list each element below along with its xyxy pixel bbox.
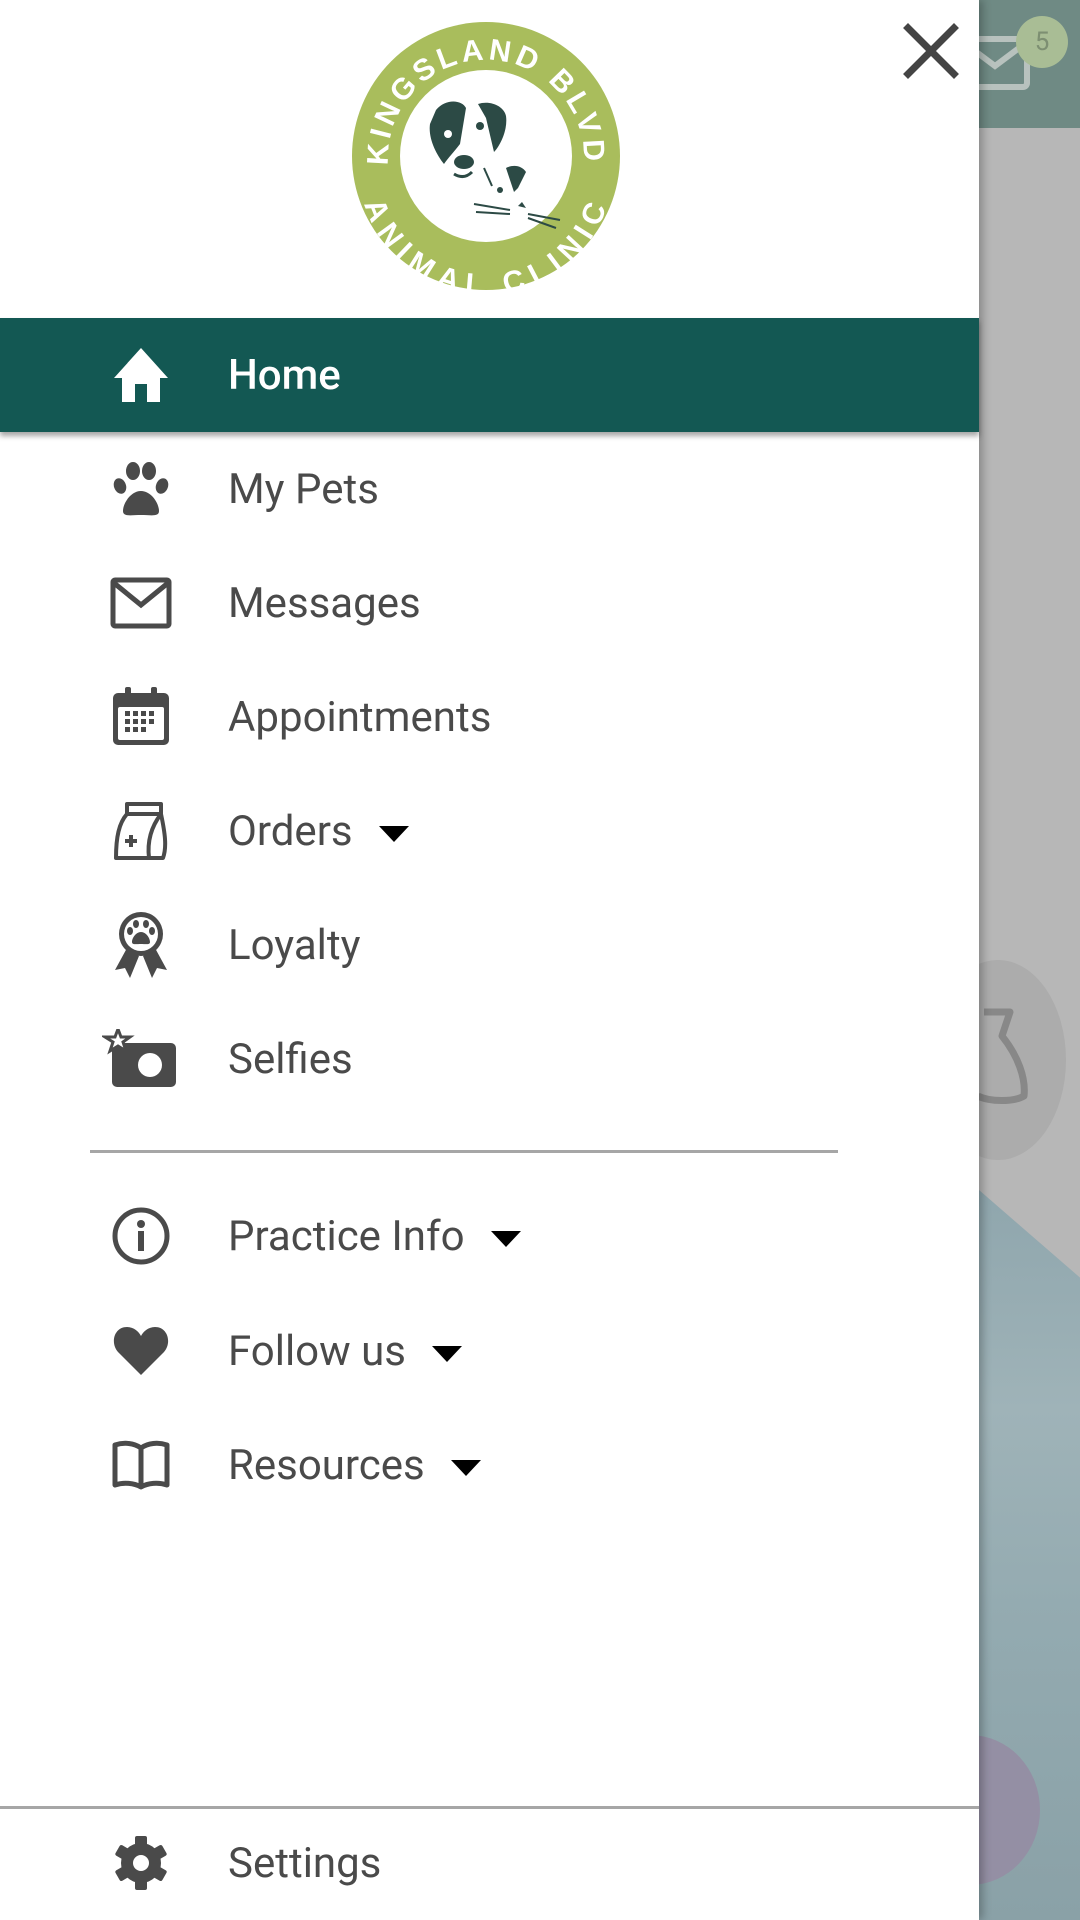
paw-icon xyxy=(108,456,174,522)
caret-down-icon xyxy=(378,826,409,842)
caret-down-icon xyxy=(490,1231,521,1247)
gear-icon xyxy=(108,1830,174,1896)
camera-star-icon xyxy=(100,1026,180,1092)
menu-item-text: Follow us xyxy=(228,1326,406,1376)
calendar-icon xyxy=(108,684,174,750)
menu-item-label: Appointments xyxy=(228,692,492,742)
close-button[interactable] xyxy=(900,20,962,82)
envelope-icon xyxy=(108,570,174,636)
menu-item-loyalty[interactable]: Loyalty xyxy=(0,888,979,1002)
menu-item-text: Orders xyxy=(228,806,353,856)
menu-item-text: Practice Info xyxy=(228,1211,465,1261)
menu-item-home[interactable]: Home xyxy=(0,318,979,432)
menu-item-label: Settings xyxy=(228,1838,382,1888)
menu-item-follow-us[interactable]: Follow us xyxy=(0,1294,979,1408)
caret-down-icon xyxy=(431,1346,462,1362)
menu-item-label: Home xyxy=(228,350,341,400)
menu-item-label: Loyalty xyxy=(228,920,361,970)
navigation-drawer: KINGSLAND BLVD ANIMAL CLINIC Home My Pet… xyxy=(0,0,979,1920)
heart-icon xyxy=(108,1318,174,1384)
info-icon xyxy=(108,1203,174,1269)
close-icon xyxy=(903,23,959,79)
unread-badge: 5 xyxy=(1016,16,1068,68)
home-icon xyxy=(108,342,174,408)
award-ribbon-icon xyxy=(108,912,174,978)
menu-item-practice-info[interactable]: Practice Info xyxy=(0,1179,979,1293)
menu-divider xyxy=(90,1150,838,1153)
menu-item-orders[interactable]: Orders xyxy=(0,774,979,888)
medicine-bag-icon xyxy=(108,798,174,864)
menu-item-label: Practice Info xyxy=(228,1212,521,1261)
menu-item-label: Messages xyxy=(228,578,421,628)
menu-item-label: Resources xyxy=(228,1441,481,1490)
menu-item-label: Follow us xyxy=(228,1327,462,1376)
menu-item-selfies[interactable]: Selfies xyxy=(0,1002,979,1116)
menu-item-text: Resources xyxy=(228,1440,425,1490)
menu-item-messages[interactable]: Messages xyxy=(0,546,979,660)
menu-item-settings[interactable]: Settings xyxy=(0,1806,979,1920)
menu-item-label: Selfies xyxy=(228,1034,353,1084)
menu-item-label: Orders xyxy=(228,807,409,856)
caret-down-icon xyxy=(450,1460,481,1476)
menu-item-label: My Pets xyxy=(228,464,379,514)
menu-item-appointments[interactable]: Appointments xyxy=(0,660,979,774)
book-icon xyxy=(108,1432,174,1498)
menu-item-my-pets[interactable]: My Pets xyxy=(0,432,979,546)
menu-item-resources[interactable]: Resources xyxy=(0,1408,979,1522)
clinic-logo: KINGSLAND BLVD ANIMAL CLINIC xyxy=(350,18,622,302)
